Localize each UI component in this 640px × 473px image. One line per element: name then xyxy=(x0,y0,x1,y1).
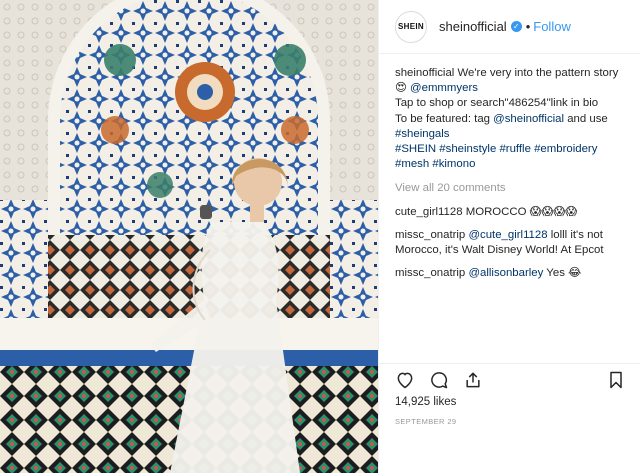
mention-link[interactable]: @emmmyers xyxy=(410,82,478,94)
share-icon[interactable] xyxy=(461,368,485,392)
avatar[interactable]: SHEIN xyxy=(395,10,427,43)
mention-link[interactable]: @cute_girl1128 xyxy=(468,229,547,241)
caption-line-3: Tap to shop or search"486254"link in bio xyxy=(395,97,599,110)
header-username[interactable]: sheinofficial xyxy=(439,19,507,34)
avatar-logo-text: SHEIN xyxy=(398,22,424,31)
verified-icon: ✓ xyxy=(510,21,522,32)
caption-line-4: To be featured: tag @sheinofficial and u… xyxy=(395,112,608,125)
photo-illustration xyxy=(0,0,378,473)
follow-button[interactable]: Follow xyxy=(533,19,571,34)
comment-username[interactable]: missc_onatrip xyxy=(395,229,465,241)
view-all-comments-link[interactable]: View all 20 comments xyxy=(395,181,630,196)
bookmark-icon[interactable] xyxy=(604,368,628,392)
hashtag-line[interactable]: #sheingals xyxy=(395,127,630,142)
likes-count[interactable]: 14,925 likes xyxy=(395,396,456,408)
comment-icon[interactable] xyxy=(427,368,451,392)
post-photo[interactable] xyxy=(0,0,378,473)
hashtag-line[interactable]: #SHEIN #sheinstyle #ruffle #embroidery xyxy=(395,142,630,157)
comment-item: missc_onatrip @cute_girl1128 lolll it's … xyxy=(395,228,603,241)
post-sidebar: SHEIN sheinofficial ✓ • Follow sheinoffi… xyxy=(378,0,640,473)
caption-username[interactable]: sheinofficial xyxy=(395,67,454,79)
hashtag-line[interactable]: #mesh #kimono xyxy=(395,157,630,172)
emoji: 😍 xyxy=(395,82,407,95)
instagram-post: SHEIN sheinofficial ✓ • Follow sheinoffi… xyxy=(0,0,640,473)
header-separator: • xyxy=(525,19,531,34)
mention-link[interactable]: @sheinofficial xyxy=(493,113,564,125)
post-header: SHEIN sheinofficial ✓ • Follow xyxy=(379,0,640,54)
action-bar xyxy=(379,363,640,395)
comment-item: missc_onatrip @allisonbarley Yes 😂 xyxy=(395,267,582,280)
mention-link[interactable]: @allisonbarley xyxy=(468,267,543,279)
comment-item: cute_girl1128 MOROCCO 😱😱😱😱 xyxy=(395,205,578,218)
comment-section: sheinofficial We're very into the patter… xyxy=(395,66,630,281)
post-date: SEPTEMBER 29 xyxy=(395,417,457,426)
heart-icon[interactable] xyxy=(393,368,417,392)
comment-username[interactable]: missc_onatrip xyxy=(395,267,465,279)
caption-line-2: 😍 @emmmyers xyxy=(395,81,630,96)
comment-item-continuation: Morocco, it's Walt Disney World! At Epco… xyxy=(395,244,604,257)
comment-username[interactable]: cute_girl1128 xyxy=(395,206,463,218)
caption-line-1: sheinofficial We're very into the patter… xyxy=(395,67,619,79)
